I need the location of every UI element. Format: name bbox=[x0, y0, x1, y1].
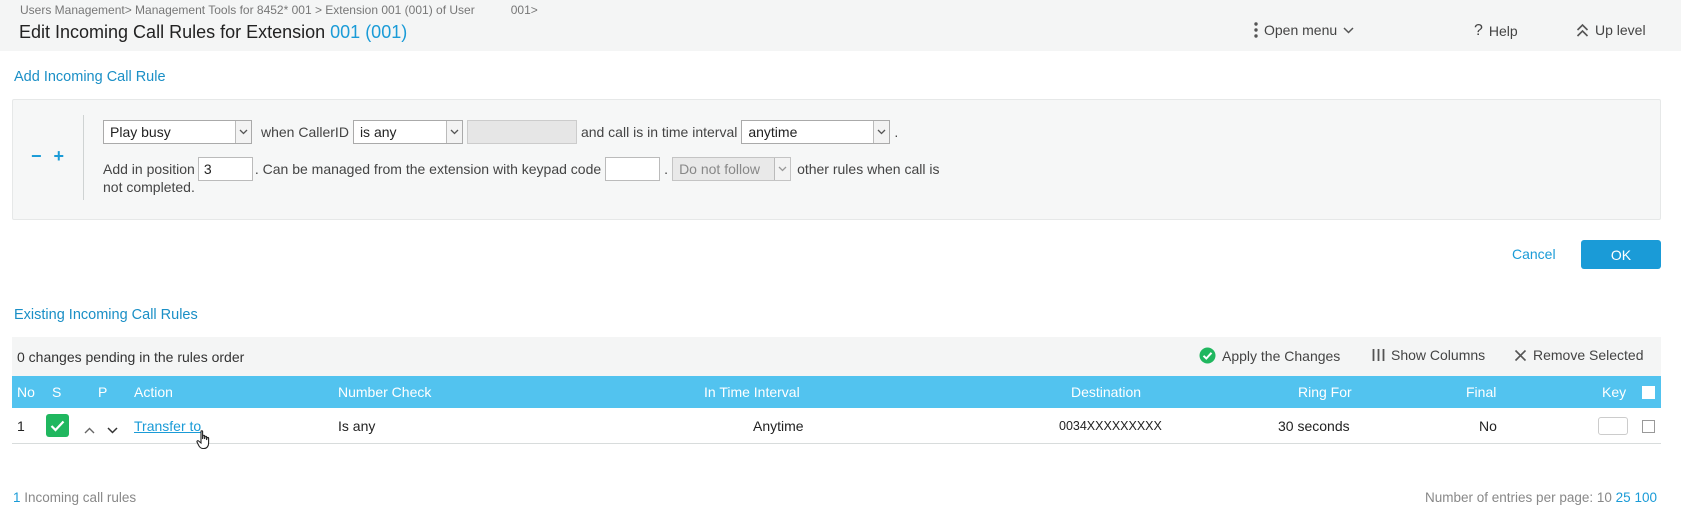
time-interval-cell: Anytime bbox=[753, 418, 804, 434]
show-columns-button[interactable]: Show Columns bbox=[1372, 347, 1485, 363]
col-in-time-interval[interactable]: In Time Interval bbox=[704, 384, 800, 400]
callerid-condition-value: is any bbox=[359, 124, 397, 140]
check-circle-icon bbox=[1199, 347, 1216, 364]
chevron-down-icon bbox=[107, 427, 118, 434]
table-header: No S P Action Number Check In Time Inter… bbox=[12, 376, 1661, 408]
breadcrumb: Users Management> Management Tools for 8… bbox=[20, 3, 538, 17]
columns-icon bbox=[1372, 349, 1385, 361]
rules-toolbar: 0 changes pending in the rules order App… bbox=[12, 337, 1661, 376]
help-button[interactable]: ? Help bbox=[1474, 22, 1518, 40]
check-icon bbox=[50, 420, 65, 432]
rules-count: 1 Incoming call rules bbox=[13, 490, 136, 505]
position-field[interactable]: 3 bbox=[197, 157, 253, 181]
col-number-check[interactable]: Number Check bbox=[338, 384, 431, 400]
select-all-checkbox[interactable] bbox=[1642, 386, 1655, 399]
table-row: 1 Transfer to Is any Anytime 0034XXXXXXX… bbox=[12, 408, 1661, 450]
rules-count-label: Incoming call rules bbox=[24, 490, 137, 505]
pagination-size: Number of entries per page: 10 25 100 bbox=[1425, 490, 1657, 505]
help-icon: ? bbox=[1474, 22, 1483, 39]
page-title-text: Edit Incoming Call Rules for Extension bbox=[19, 22, 326, 42]
apply-changes-button[interactable]: Apply the Changes bbox=[1199, 347, 1340, 364]
rule-line-2: Add in position 3 . Can be managed from … bbox=[103, 157, 939, 181]
up-level-label: Up level bbox=[1595, 22, 1646, 38]
more-vertical-icon bbox=[1254, 22, 1258, 38]
callerid-value-field[interactable] bbox=[466, 120, 577, 144]
remove-row-button[interactable]: − bbox=[31, 146, 42, 167]
page-header: Users Management> Management Tools for 8… bbox=[0, 0, 1681, 51]
apply-changes-label: Apply the Changes bbox=[1222, 347, 1341, 364]
col-key[interactable]: Key bbox=[1602, 384, 1626, 400]
col-ring-for[interactable]: Ring For bbox=[1298, 384, 1352, 400]
remove-selected-label: Remove Selected bbox=[1533, 347, 1644, 363]
other-rules-text: other rules when call is bbox=[797, 161, 940, 177]
per-page-label: Number of entries per page: bbox=[1425, 490, 1594, 505]
hand-cursor-icon bbox=[196, 430, 212, 453]
action-select-value: Play busy bbox=[110, 124, 171, 140]
time-interval-value: anytime bbox=[748, 124, 798, 140]
col-no[interactable]: No bbox=[17, 384, 35, 400]
not-completed-text: not completed. bbox=[103, 179, 195, 195]
add-in-position-label: Add in position bbox=[103, 161, 195, 177]
up-level-button[interactable]: Up level bbox=[1576, 22, 1646, 38]
existing-rules-title: Existing Incoming Call Rules bbox=[14, 307, 198, 323]
open-menu-button[interactable]: Open menu bbox=[1254, 22, 1354, 38]
managed-text: . Can be managed from the extension with… bbox=[254, 161, 602, 177]
time-interval-label: and call is in time interval bbox=[580, 124, 738, 140]
number-check-cell: Is any bbox=[338, 418, 376, 434]
chevron-down-icon bbox=[445, 121, 462, 143]
keypad-code-field[interactable] bbox=[605, 157, 661, 181]
col-final[interactable]: Final bbox=[1466, 384, 1496, 400]
status-enabled-toggle[interactable] bbox=[46, 414, 69, 437]
time-interval-select[interactable]: anytime bbox=[741, 120, 891, 144]
follow-rules-value: Do not follow bbox=[679, 161, 760, 177]
chevron-down-icon bbox=[235, 121, 251, 143]
page-title: Edit Incoming Call Rules for Extension 0… bbox=[19, 22, 407, 43]
ring-for-cell: 30 seconds bbox=[1278, 418, 1350, 434]
remove-selected-button[interactable]: Remove Selected bbox=[1514, 347, 1644, 363]
cancel-button[interactable]: Cancel bbox=[1512, 246, 1556, 262]
rule-line-1: Play busy when CallerID is any and call … bbox=[103, 120, 902, 144]
move-up-button[interactable] bbox=[84, 421, 95, 437]
add-rule-panel: − + Play busy when CallerID is any and c… bbox=[12, 99, 1661, 220]
line-end-period: . bbox=[894, 124, 899, 140]
chevron-up-icon bbox=[84, 427, 95, 434]
page-title-extension: 001 (001) bbox=[330, 22, 408, 42]
chevron-down-icon bbox=[774, 158, 791, 180]
double-chevron-up-icon bbox=[1576, 23, 1589, 37]
row-controls: − + bbox=[31, 146, 64, 167]
per-page-current: 10 bbox=[1596, 490, 1612, 505]
col-destination[interactable]: Destination bbox=[1071, 384, 1141, 400]
action-select[interactable]: Play busy bbox=[103, 120, 252, 144]
ok-button[interactable]: OK bbox=[1581, 240, 1661, 269]
chevron-down-icon bbox=[1343, 26, 1354, 34]
callerid-condition-select[interactable]: is any bbox=[352, 120, 463, 144]
add-row-button[interactable]: + bbox=[54, 146, 65, 167]
follow-rules-select[interactable]: Do not follow bbox=[672, 157, 792, 181]
col-status[interactable]: S bbox=[52, 384, 61, 400]
row-number: 1 bbox=[17, 418, 25, 434]
rules-count-number: 1 bbox=[13, 490, 21, 505]
chevron-down-icon bbox=[873, 121, 890, 143]
row-select-checkbox[interactable] bbox=[1642, 420, 1655, 433]
destination-cell: 0034XXXXXXXXX bbox=[1059, 419, 1162, 433]
add-rule-title: Add Incoming Call Rule bbox=[14, 69, 166, 85]
close-icon bbox=[1514, 349, 1527, 361]
col-priority[interactable]: P bbox=[98, 384, 107, 400]
open-menu-label: Open menu bbox=[1264, 22, 1338, 38]
help-label: Help bbox=[1488, 23, 1518, 39]
changes-pending-text: 0 changes pending in the rules order bbox=[17, 349, 245, 365]
show-columns-label: Show Columns bbox=[1391, 347, 1486, 363]
key-field[interactable] bbox=[1598, 417, 1628, 435]
when-callerid-label: when CallerID bbox=[261, 124, 349, 140]
breadcrumb-path[interactable]: Users Management> Management Tools for 8… bbox=[20, 3, 475, 17]
action-link[interactable]: Transfer to bbox=[134, 418, 201, 434]
col-action[interactable]: Action bbox=[134, 384, 173, 400]
per-page-option-100[interactable]: 100 bbox=[1634, 490, 1657, 505]
divider bbox=[83, 115, 84, 200]
per-page-option-25[interactable]: 25 bbox=[1616, 490, 1631, 505]
keypad-period: . bbox=[664, 161, 669, 177]
move-down-button[interactable] bbox=[107, 421, 118, 437]
breadcrumb-tail[interactable]: 001> bbox=[511, 3, 538, 17]
final-cell: No bbox=[1479, 418, 1497, 434]
